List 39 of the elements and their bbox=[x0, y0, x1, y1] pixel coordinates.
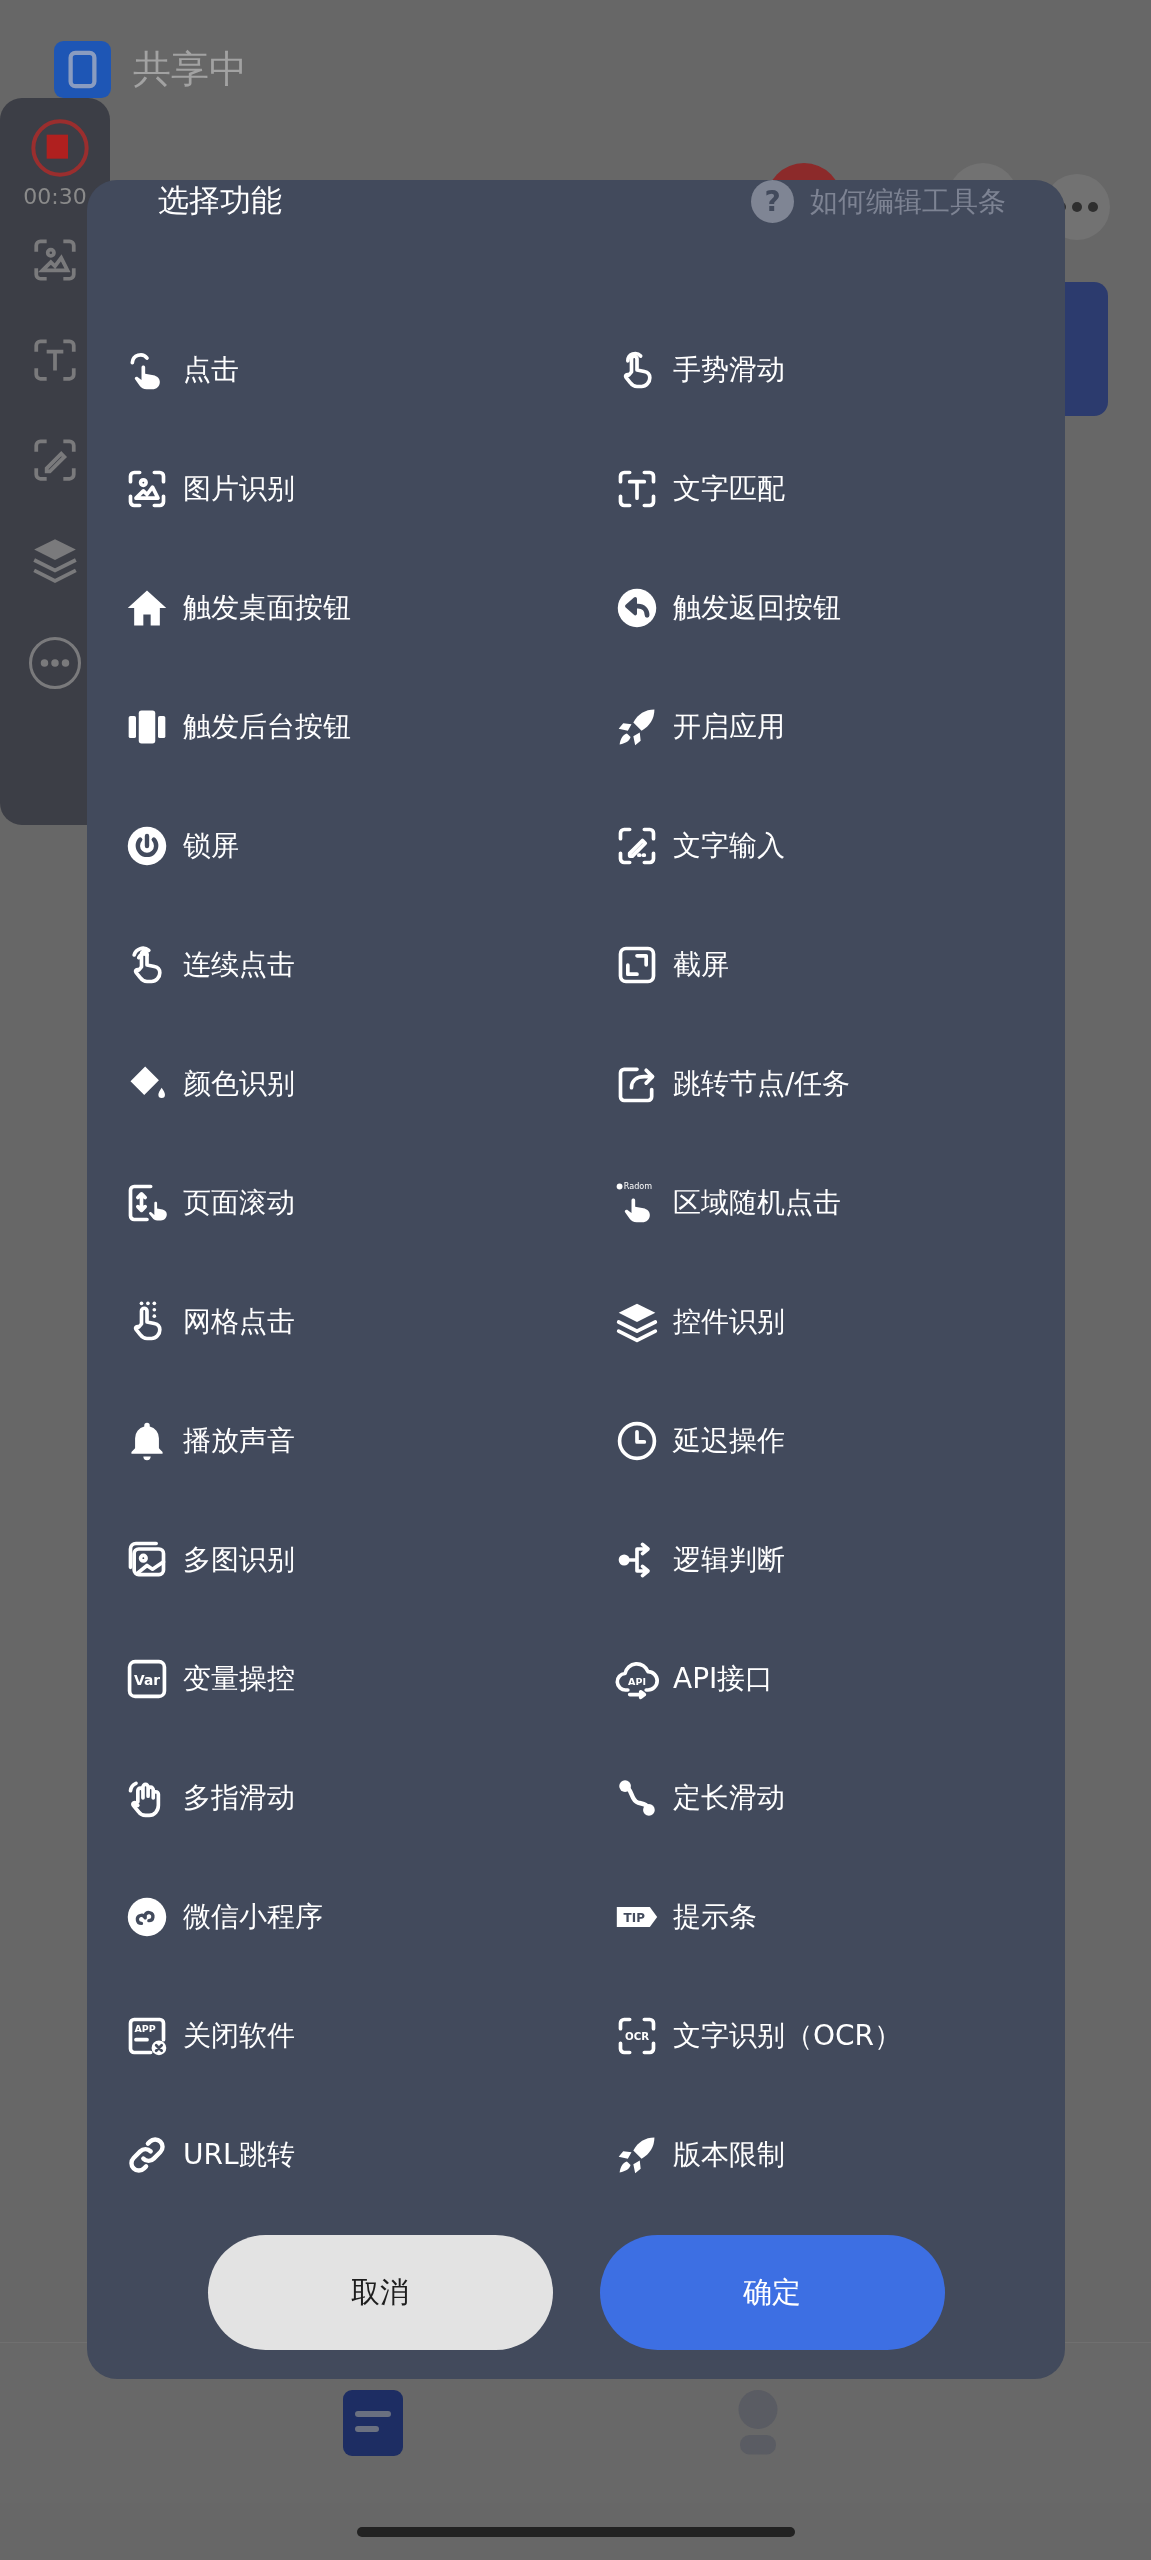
function-item[interactable]: 连续点击 bbox=[125, 905, 295, 1024]
function-item[interactable]: Var 变量操控 bbox=[125, 1619, 295, 1738]
function-item[interactable]: 逻辑判断 bbox=[615, 1500, 785, 1619]
function-item[interactable]: TIP 提示条 bbox=[615, 1857, 757, 1976]
function-item[interactable]: 颜色识别 bbox=[125, 1024, 295, 1143]
function-item[interactable]: 控件识别 bbox=[615, 1262, 785, 1381]
function-item[interactable]: 手势滑动 bbox=[615, 310, 785, 429]
cancel-button[interactable]: 取消 bbox=[207, 2235, 553, 2350]
function-item[interactable]: OCR 文字识别（OCR） bbox=[615, 1976, 903, 2095]
function-item[interactable]: 锁屏 bbox=[125, 786, 239, 905]
function-item[interactable]: 多图识别 bbox=[125, 1500, 295, 1619]
function-item[interactable]: 文字输入 bbox=[615, 786, 785, 905]
function-item[interactable]: 图片识别 bbox=[125, 429, 295, 548]
function-item[interactable]: 网格点击 bbox=[125, 1262, 295, 1381]
function-item[interactable]: 播放声音 bbox=[125, 1381, 295, 1500]
dialog-title: 选择功能 bbox=[158, 181, 282, 220]
function-item[interactable]: 触发后台按钮 bbox=[125, 667, 351, 786]
function-item[interactable]: 点击 bbox=[125, 310, 239, 429]
function-item[interactable]: 触发桌面按钮 bbox=[125, 548, 351, 667]
function-item[interactable]: 触发返回按钮 bbox=[615, 548, 841, 667]
function-item[interactable]: 截屏 bbox=[615, 905, 729, 1024]
function-item[interactable]: 多指滑动 bbox=[125, 1738, 295, 1857]
function-item[interactable]: URL跳转 bbox=[125, 2095, 295, 2214]
function-item[interactable]: 延迟操作 bbox=[615, 1381, 785, 1500]
function-item[interactable]: 版本限制 bbox=[615, 2095, 785, 2214]
function-item[interactable]: 跳转节点/任务 bbox=[615, 1024, 851, 1143]
function-item[interactable]: 文字匹配 bbox=[615, 429, 785, 548]
timer-text: 00:30 bbox=[23, 184, 87, 209]
function-item[interactable]: 开启应用 bbox=[615, 667, 785, 786]
function-item[interactable]: API API接口 bbox=[615, 1619, 774, 1738]
function-item[interactable]: 微信小程序 bbox=[125, 1857, 323, 1976]
function-item[interactable]: APP 关闭软件 bbox=[125, 1976, 295, 2095]
function-item[interactable]: 页面滚动 bbox=[125, 1143, 295, 1262]
app-logo-icon bbox=[54, 41, 111, 98]
record-icon[interactable] bbox=[28, 116, 92, 180]
more-icon[interactable] bbox=[27, 635, 83, 691]
sharing-status: 共享中 bbox=[133, 46, 247, 93]
function-item[interactable]: 定长滑动 bbox=[615, 1738, 785, 1857]
confirm-button[interactable]: 确定 bbox=[599, 2235, 945, 2350]
